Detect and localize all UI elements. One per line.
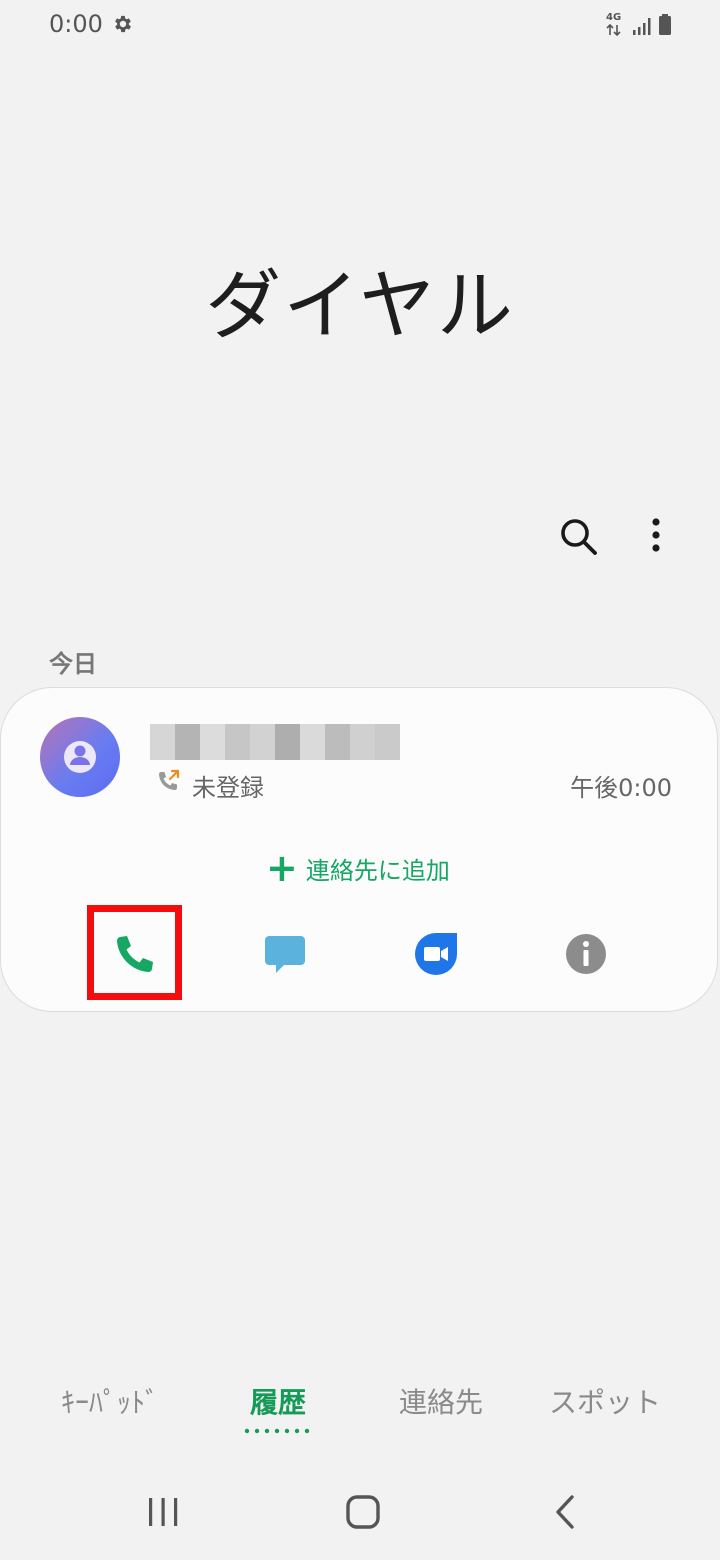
tab-spot[interactable]: スポット bbox=[525, 1381, 685, 1421]
recent-apps-icon bbox=[149, 1498, 178, 1526]
network-type: 4G bbox=[606, 12, 622, 23]
video-call-button[interactable] bbox=[413, 931, 459, 977]
tab-keypad[interactable]: ｷｰﾊﾟｯﾄﾞ bbox=[30, 1381, 190, 1421]
plus-icon: + bbox=[266, 846, 298, 890]
home-icon bbox=[346, 1495, 380, 1529]
home-button[interactable] bbox=[344, 1494, 382, 1530]
signal-icon bbox=[633, 18, 651, 35]
search-icon bbox=[561, 519, 597, 555]
search-button[interactable] bbox=[556, 514, 600, 558]
tab-history[interactable]: 履歴 bbox=[200, 1381, 356, 1421]
add-contact-label: 連絡先に追加 bbox=[305, 856, 450, 885]
person-icon bbox=[64, 741, 96, 773]
contact-name-redacted bbox=[150, 724, 400, 760]
highlight-box bbox=[87, 905, 182, 1000]
message-icon bbox=[265, 936, 305, 973]
add-contact-button[interactable]: + 連絡先に追加 bbox=[266, 846, 450, 890]
active-tab-indicator bbox=[244, 1419, 314, 1434]
info-icon bbox=[566, 934, 606, 974]
back-button[interactable] bbox=[552, 1494, 578, 1530]
gear-icon bbox=[112, 13, 134, 35]
details-button[interactable] bbox=[563, 931, 609, 977]
call-log-label: 未登録 bbox=[192, 774, 264, 802]
status-time: 0:00 bbox=[49, 10, 103, 38]
status-indicators: 4G bbox=[606, 12, 676, 38]
outgoing-call-icon bbox=[155, 768, 181, 794]
call-log-time: 午後0:00 bbox=[570, 774, 672, 802]
more-options-button[interactable] bbox=[640, 514, 672, 558]
video-call-icon bbox=[415, 933, 457, 975]
page-title: ダイヤル bbox=[205, 261, 515, 350]
tab-contacts[interactable]: 連絡先 bbox=[361, 1381, 521, 1421]
message-button[interactable] bbox=[262, 931, 308, 977]
avatar[interactable] bbox=[40, 717, 120, 797]
back-icon bbox=[556, 1495, 574, 1529]
recent-apps-button[interactable] bbox=[146, 1496, 180, 1528]
section-header-today: 今日 bbox=[49, 650, 97, 678]
more-vertical-icon bbox=[652, 518, 660, 552]
data-arrows-icon bbox=[606, 24, 621, 36]
battery-icon bbox=[659, 14, 671, 35]
